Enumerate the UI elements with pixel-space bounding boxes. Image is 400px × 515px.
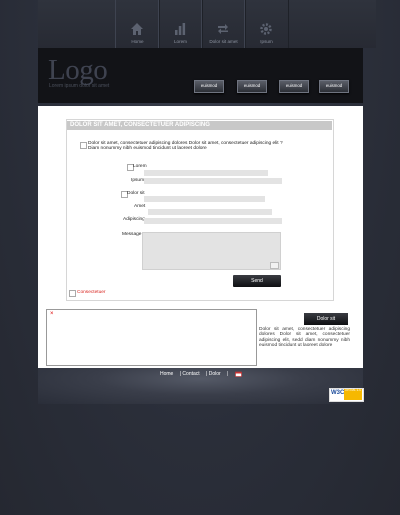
home-icon (131, 23, 143, 35)
form-title-bar: Dolor sit amet, consectetuer adipiscing (67, 121, 332, 130)
w3c-xhtml-badge[interactable]: W3C XHTML 1.0 (329, 388, 364, 402)
nav-label-dolor: Dolor sit amet (209, 39, 238, 44)
intro-checkbox[interactable] (80, 142, 87, 149)
label-message: Message (122, 232, 142, 237)
nav-item-home[interactable]: Home (115, 0, 160, 48)
amet-input[interactable] (148, 209, 272, 215)
header-button-4[interactable]: euismod (319, 80, 349, 93)
w3c-logo: W3C (331, 390, 345, 396)
lorem-input[interactable] (144, 170, 268, 176)
consectetuer-label: Consectetuer (77, 290, 106, 295)
nav-item-ipsum[interactable]: Ipsum (244, 0, 289, 48)
gear-icon (260, 23, 272, 35)
nav-item-lorem[interactable]: Lorem (158, 0, 203, 48)
label-lorem: Lorem (133, 164, 147, 169)
image-placeholder (46, 309, 257, 366)
form-title: Dolor sit amet, consectetuer adipiscing (70, 122, 210, 128)
calendar-icon[interactable] (234, 371, 242, 377)
arrows-icon (218, 24, 228, 34)
label-amet: Amet (134, 204, 146, 209)
label-adipiscing: Adipiscing (123, 217, 145, 222)
footer-separator: | (227, 371, 229, 378)
dolor-sit-input[interactable] (144, 196, 265, 202)
dolor-sit-button[interactable]: Dolor sit (304, 313, 348, 325)
footer-link-contact[interactable]: | Contact (180, 371, 200, 377)
label-dolor-sit: Dolor sit (127, 191, 145, 196)
nav-item-dolor[interactable]: Dolor sit amet (201, 0, 246, 48)
xhtml-label: XHTML 1.0 (344, 388, 362, 400)
message-textarea[interactable] (142, 232, 281, 270)
header-button-2[interactable]: euismod (237, 80, 267, 93)
footer-link-dolor[interactable]: | Dolor (206, 371, 221, 377)
tagline: Lorem ipsum dolor sit amet (49, 83, 110, 89)
form-intro-text: Dolor sit amet, consectetuer adipiscing … (88, 141, 283, 152)
label-ipsum: Ipsum (131, 178, 145, 183)
broken-image-icon: × (50, 311, 54, 317)
header-button-1[interactable]: euismod (194, 80, 224, 93)
ipsum-input[interactable] (144, 178, 282, 184)
header-button-3[interactable]: euismod (279, 80, 309, 93)
resize-handle-icon[interactable] (270, 262, 279, 269)
footer-link-home[interactable]: Home (160, 371, 173, 377)
nav-label-ipsum: Ipsum (260, 39, 273, 44)
aside-text: Dolor sit amet, consectetuer adipiscing … (259, 327, 350, 349)
nav-label-home: Home (131, 39, 144, 44)
consectetuer-checkbox[interactable] (69, 290, 76, 297)
adipiscing-input[interactable] (144, 218, 282, 224)
nav-label-lorem: Lorem (173, 39, 188, 44)
chart-icon (175, 23, 186, 35)
send-button[interactable]: Send (233, 275, 281, 287)
footer-links: Home | Contact | Dolor | (160, 371, 242, 377)
